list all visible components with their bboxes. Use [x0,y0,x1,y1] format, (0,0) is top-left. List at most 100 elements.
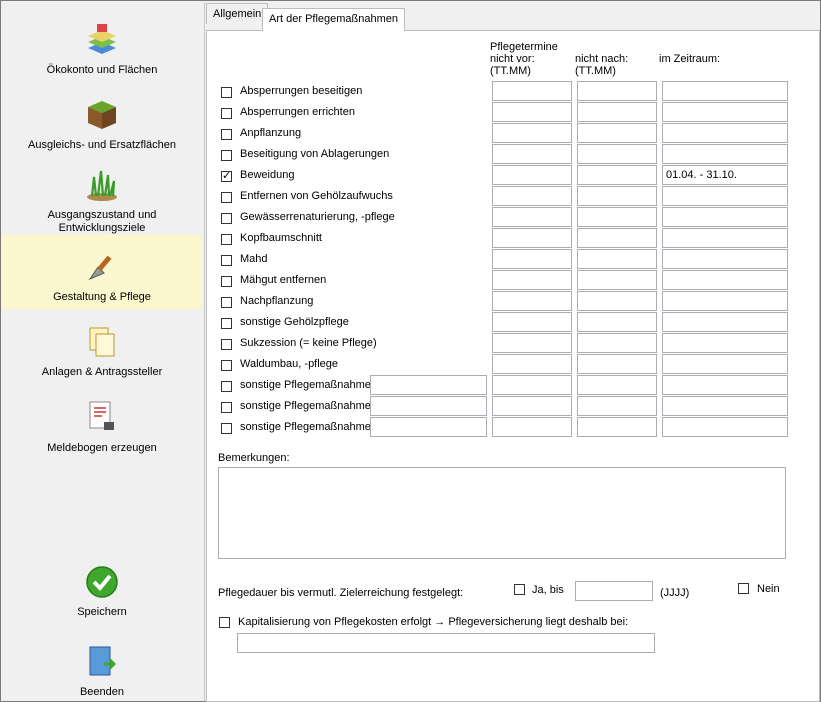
measure-nicht-nach-input[interactable] [577,81,657,101]
measure-nicht-nach-input[interactable] [577,228,657,248]
duration-yes-checkbox[interactable] [514,584,525,595]
nav-oekokonto[interactable]: Ökokonto und Flächen [2,22,202,82]
tab-allgemein[interactable]: Allgemein [206,3,269,24]
measure-other-input[interactable] [370,396,487,416]
measure-checkbox[interactable] [221,339,232,350]
duration-year-input[interactable] [575,581,653,601]
measure-nicht-vor-input[interactable] [492,249,572,269]
measure-nicht-vor-input[interactable] [492,186,572,206]
measure-label: Waldumbau, -pflege [240,358,339,370]
measure-checkbox[interactable] [221,234,232,245]
measure-nicht-nach-input[interactable] [577,354,657,374]
measure-nicht-vor-input[interactable] [492,207,572,227]
measure-nicht-nach-input[interactable] [577,207,657,227]
nav-ausgleichsflaechen[interactable]: Ausgleichs- und Ersatzflächen [2,97,202,157]
measure-nicht-vor-input[interactable] [492,312,572,332]
measure-zeitraum-input[interactable] [662,186,788,206]
measure-nicht-nach-input[interactable] [577,375,657,395]
measure-checkbox[interactable] [221,192,232,203]
measure-label: Absperrungen errichten [240,106,355,118]
measure-nicht-nach-input[interactable] [577,312,657,332]
measure-nicht-vor-input[interactable] [492,291,572,311]
capitalization-checkbox[interactable] [219,617,230,628]
measure-checkbox[interactable] [221,318,232,329]
measure-checkbox[interactable] [221,129,232,140]
measure-zeitraum-input[interactable] [662,123,788,143]
measure-nicht-vor-input[interactable] [492,270,572,290]
measure-zeitraum-input[interactable] [662,249,788,269]
measure-zeitraum-input[interactable] [662,144,788,164]
measure-checkbox[interactable] [221,87,232,98]
measure-zeitraum-input[interactable] [662,81,788,101]
measure-nicht-nach-input[interactable] [577,165,657,185]
measure-nicht-nach-input[interactable] [577,102,657,122]
exit-button[interactable]: Beenden [2,644,202,698]
measure-nicht-nach-input[interactable] [577,123,657,143]
header-pflegetermine: Pflegetermine [490,41,558,53]
measure-nicht-vor-input[interactable] [492,165,572,185]
measure-nicht-vor-input[interactable] [492,417,572,437]
measure-label: sonstige Gehölzpflege [240,316,349,328]
measure-zeitraum-input[interactable] [662,102,788,122]
measure-nicht-nach-input[interactable] [577,333,657,353]
remarks-textarea[interactable] [218,467,786,559]
nav-meldebogen[interactable]: Meldebogen erzeugen [2,400,202,454]
measure-nicht-vor-input[interactable] [492,333,572,353]
measure-nicht-nach-input[interactable] [577,417,657,437]
measure-nicht-nach-input[interactable] [577,144,657,164]
measure-nicht-vor-input[interactable] [492,81,572,101]
capitalization-input[interactable] [237,633,655,653]
measure-nicht-nach-input[interactable] [577,396,657,416]
measure-zeitraum-input[interactable] [662,228,788,248]
measure-nicht-vor-input[interactable] [492,144,572,164]
measure-label: Nachpflanzung [240,295,314,307]
measure-nicht-vor-input[interactable] [492,228,572,248]
measure-checkbox[interactable] [221,381,232,392]
duration-no-label: Nein [757,583,780,595]
measure-nicht-nach-input[interactable] [577,249,657,269]
measure-zeitraum-input[interactable] [662,270,788,290]
measure-checkbox[interactable] [221,423,232,434]
measure-checkbox[interactable] [221,108,232,119]
measure-nicht-nach-input[interactable] [577,291,657,311]
measure-nicht-nach-input[interactable] [577,270,657,290]
measure-checkbox[interactable] [221,297,232,308]
measure-nicht-vor-input[interactable] [492,396,572,416]
measure-nicht-nach-input[interactable] [577,186,657,206]
measure-nicht-vor-input[interactable] [492,123,572,143]
window: Ökokonto und Flächen Ausgleichs- und Ers… [0,0,821,702]
save-button[interactable]: Speichern [2,564,202,618]
measure-zeitraum-input[interactable] [662,375,788,395]
measure-checkbox[interactable] [221,213,232,224]
nav-gestaltung-pflege[interactable]: Gestaltung & Pflege [2,235,202,309]
measure-other-input[interactable] [370,375,487,395]
duration-no-checkbox[interactable] [738,583,749,594]
measure-zeitraum-input[interactable] [662,417,788,437]
nav-ausgangszustand[interactable]: Ausgangszustand und Entwicklungsziele [2,167,202,234]
measure-checkbox[interactable] [221,360,232,371]
measure-nicht-vor-input[interactable] [492,102,572,122]
measure-checkbox[interactable] [221,150,232,161]
measure-label: sonstige Pflegemaßnahme: [240,421,374,433]
measure-label: Gewässerrenaturierung, -pflege [240,211,395,223]
measure-zeitraum-input[interactable] [662,207,788,227]
grass-icon [87,170,117,201]
measure-checkbox[interactable] [221,402,232,413]
nav-anlagen-antragssteller[interactable]: Anlagen & Antragssteller [2,324,202,378]
measure-zeitraum-input[interactable] [662,312,788,332]
measure-nicht-vor-input[interactable] [492,354,572,374]
measure-zeitraum-input[interactable] [662,354,788,374]
measure-zeitraum-input[interactable] [662,333,788,353]
measure-nicht-vor-input[interactable] [492,375,572,395]
measure-other-input[interactable] [370,417,487,437]
tab-label: Allgemein [213,8,262,20]
measure-checkbox[interactable] [221,169,232,182]
tab-art-der-pflegemassnahmen[interactable]: Art der Pflegemaßnahmen [262,8,406,31]
measure-zeitraum-input[interactable]: 01.04. - 31.10. [662,165,788,185]
duration-year-format: (JJJJ) [660,587,690,599]
measure-zeitraum-input[interactable] [662,291,788,311]
measure-zeitraum-input[interactable] [662,396,788,416]
measure-checkbox[interactable] [221,276,232,287]
layers-map-icon [88,24,116,54]
measure-checkbox[interactable] [221,255,232,266]
